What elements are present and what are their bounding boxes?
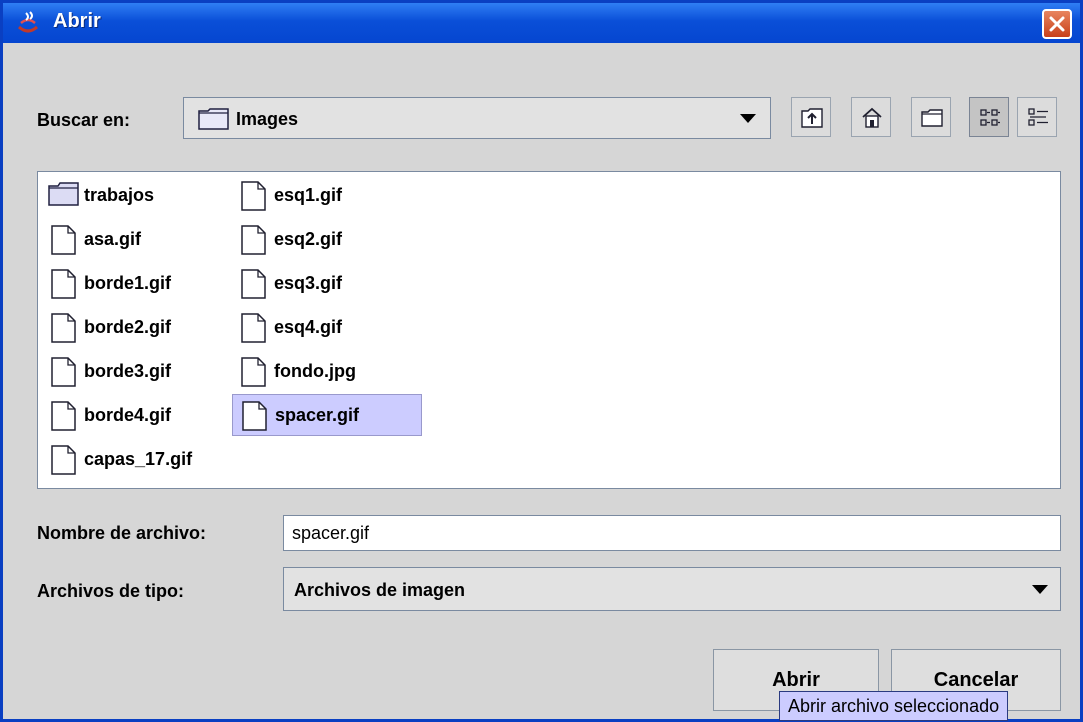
file-icon: [51, 357, 76, 387]
list-view-button[interactable]: [969, 97, 1009, 137]
file-list[interactable]: trabajos asa.gif borde1.gif borde2.gif b…: [37, 171, 1061, 489]
file-name: fondo.jpg: [274, 361, 356, 381]
file-name: esq4.gif: [274, 317, 343, 337]
file-icon: [241, 269, 266, 299]
list-item[interactable]: asa.gif: [42, 220, 222, 258]
list-view-icon: [980, 109, 1000, 126]
java-app-icon: [18, 11, 38, 33]
filetype-label: Archivos de tipo:: [37, 581, 185, 601]
list-item[interactable]: esq1.gif: [232, 176, 422, 214]
home-icon: [862, 107, 882, 128]
close-button[interactable]: [1042, 9, 1072, 39]
list-item[interactable]: borde2.gif: [42, 308, 222, 346]
list-item-selected[interactable]: spacer.gif: [232, 394, 422, 436]
file-name: asa.gif: [84, 229, 142, 249]
details-view-icon: [1028, 108, 1048, 126]
list-item[interactable]: fondo.jpg: [232, 352, 422, 390]
file-name: esq2.gif: [274, 229, 343, 249]
list-item[interactable]: capas_17.gif: [42, 440, 232, 478]
file-icon: [241, 225, 266, 255]
filetype-value: Archivos de imagen: [294, 580, 466, 600]
list-item-folder[interactable]: trabajos: [42, 176, 222, 214]
file-name: borde2.gif: [84, 317, 172, 337]
list-item[interactable]: esq4.gif: [232, 308, 422, 346]
file-name: capas_17.gif: [84, 449, 193, 469]
look-in-combo[interactable]: Images: [183, 97, 771, 139]
title-bar[interactable]: Abrir: [3, 3, 1080, 43]
file-icon: [242, 401, 267, 431]
list-item[interactable]: esq3.gif: [232, 264, 422, 302]
look-in-value: Images: [236, 109, 299, 129]
file-icon: [241, 313, 266, 343]
list-item[interactable]: esq2.gif: [232, 220, 422, 258]
file-icon: [51, 445, 76, 475]
file-name: esq3.gif: [274, 273, 343, 293]
file-icon: [241, 181, 266, 211]
file-name: borde1.gif: [84, 273, 172, 293]
open-dialog: Abrir Buscar en: Images trabajos asa.gif…: [0, 0, 1083, 722]
folder-icon: [48, 182, 79, 206]
up-one-level-icon: [801, 108, 823, 128]
file-name: trabajos: [84, 185, 155, 205]
file-name: esq1.gif: [274, 185, 343, 205]
list-item[interactable]: borde1.gif: [42, 264, 222, 302]
look-in-label: Buscar en:: [37, 110, 131, 130]
details-view-button[interactable]: [1017, 97, 1057, 137]
filename-input[interactable]: [284, 516, 1060, 550]
filename-field[interactable]: [283, 515, 1061, 551]
new-folder-button[interactable]: [911, 97, 951, 137]
file-icon: [51, 225, 76, 255]
list-item[interactable]: borde3.gif: [42, 352, 222, 390]
list-item[interactable]: borde4.gif: [42, 396, 222, 434]
filename-label: Nombre de archivo:: [37, 523, 207, 543]
open-button-tooltip: Abrir archivo seleccionado: [779, 691, 1009, 721]
file-icon: [241, 357, 266, 387]
filetype-combo[interactable]: Archivos de imagen: [283, 567, 1061, 611]
window-title: Abrir: [53, 10, 101, 32]
chevron-down-icon: [740, 114, 756, 123]
chevron-down-icon: [1032, 585, 1048, 594]
home-button[interactable]: [851, 97, 891, 137]
file-name: spacer.gif: [275, 405, 360, 425]
file-icon: [51, 313, 76, 343]
close-icon: [1049, 16, 1065, 32]
up-one-level-button[interactable]: [791, 97, 831, 137]
file-name: borde3.gif: [84, 361, 172, 381]
new-folder-icon: [921, 109, 943, 127]
folder-icon: [198, 108, 229, 130]
file-icon: [51, 401, 76, 431]
file-icon: [51, 269, 76, 299]
file-name: borde4.gif: [84, 405, 172, 425]
